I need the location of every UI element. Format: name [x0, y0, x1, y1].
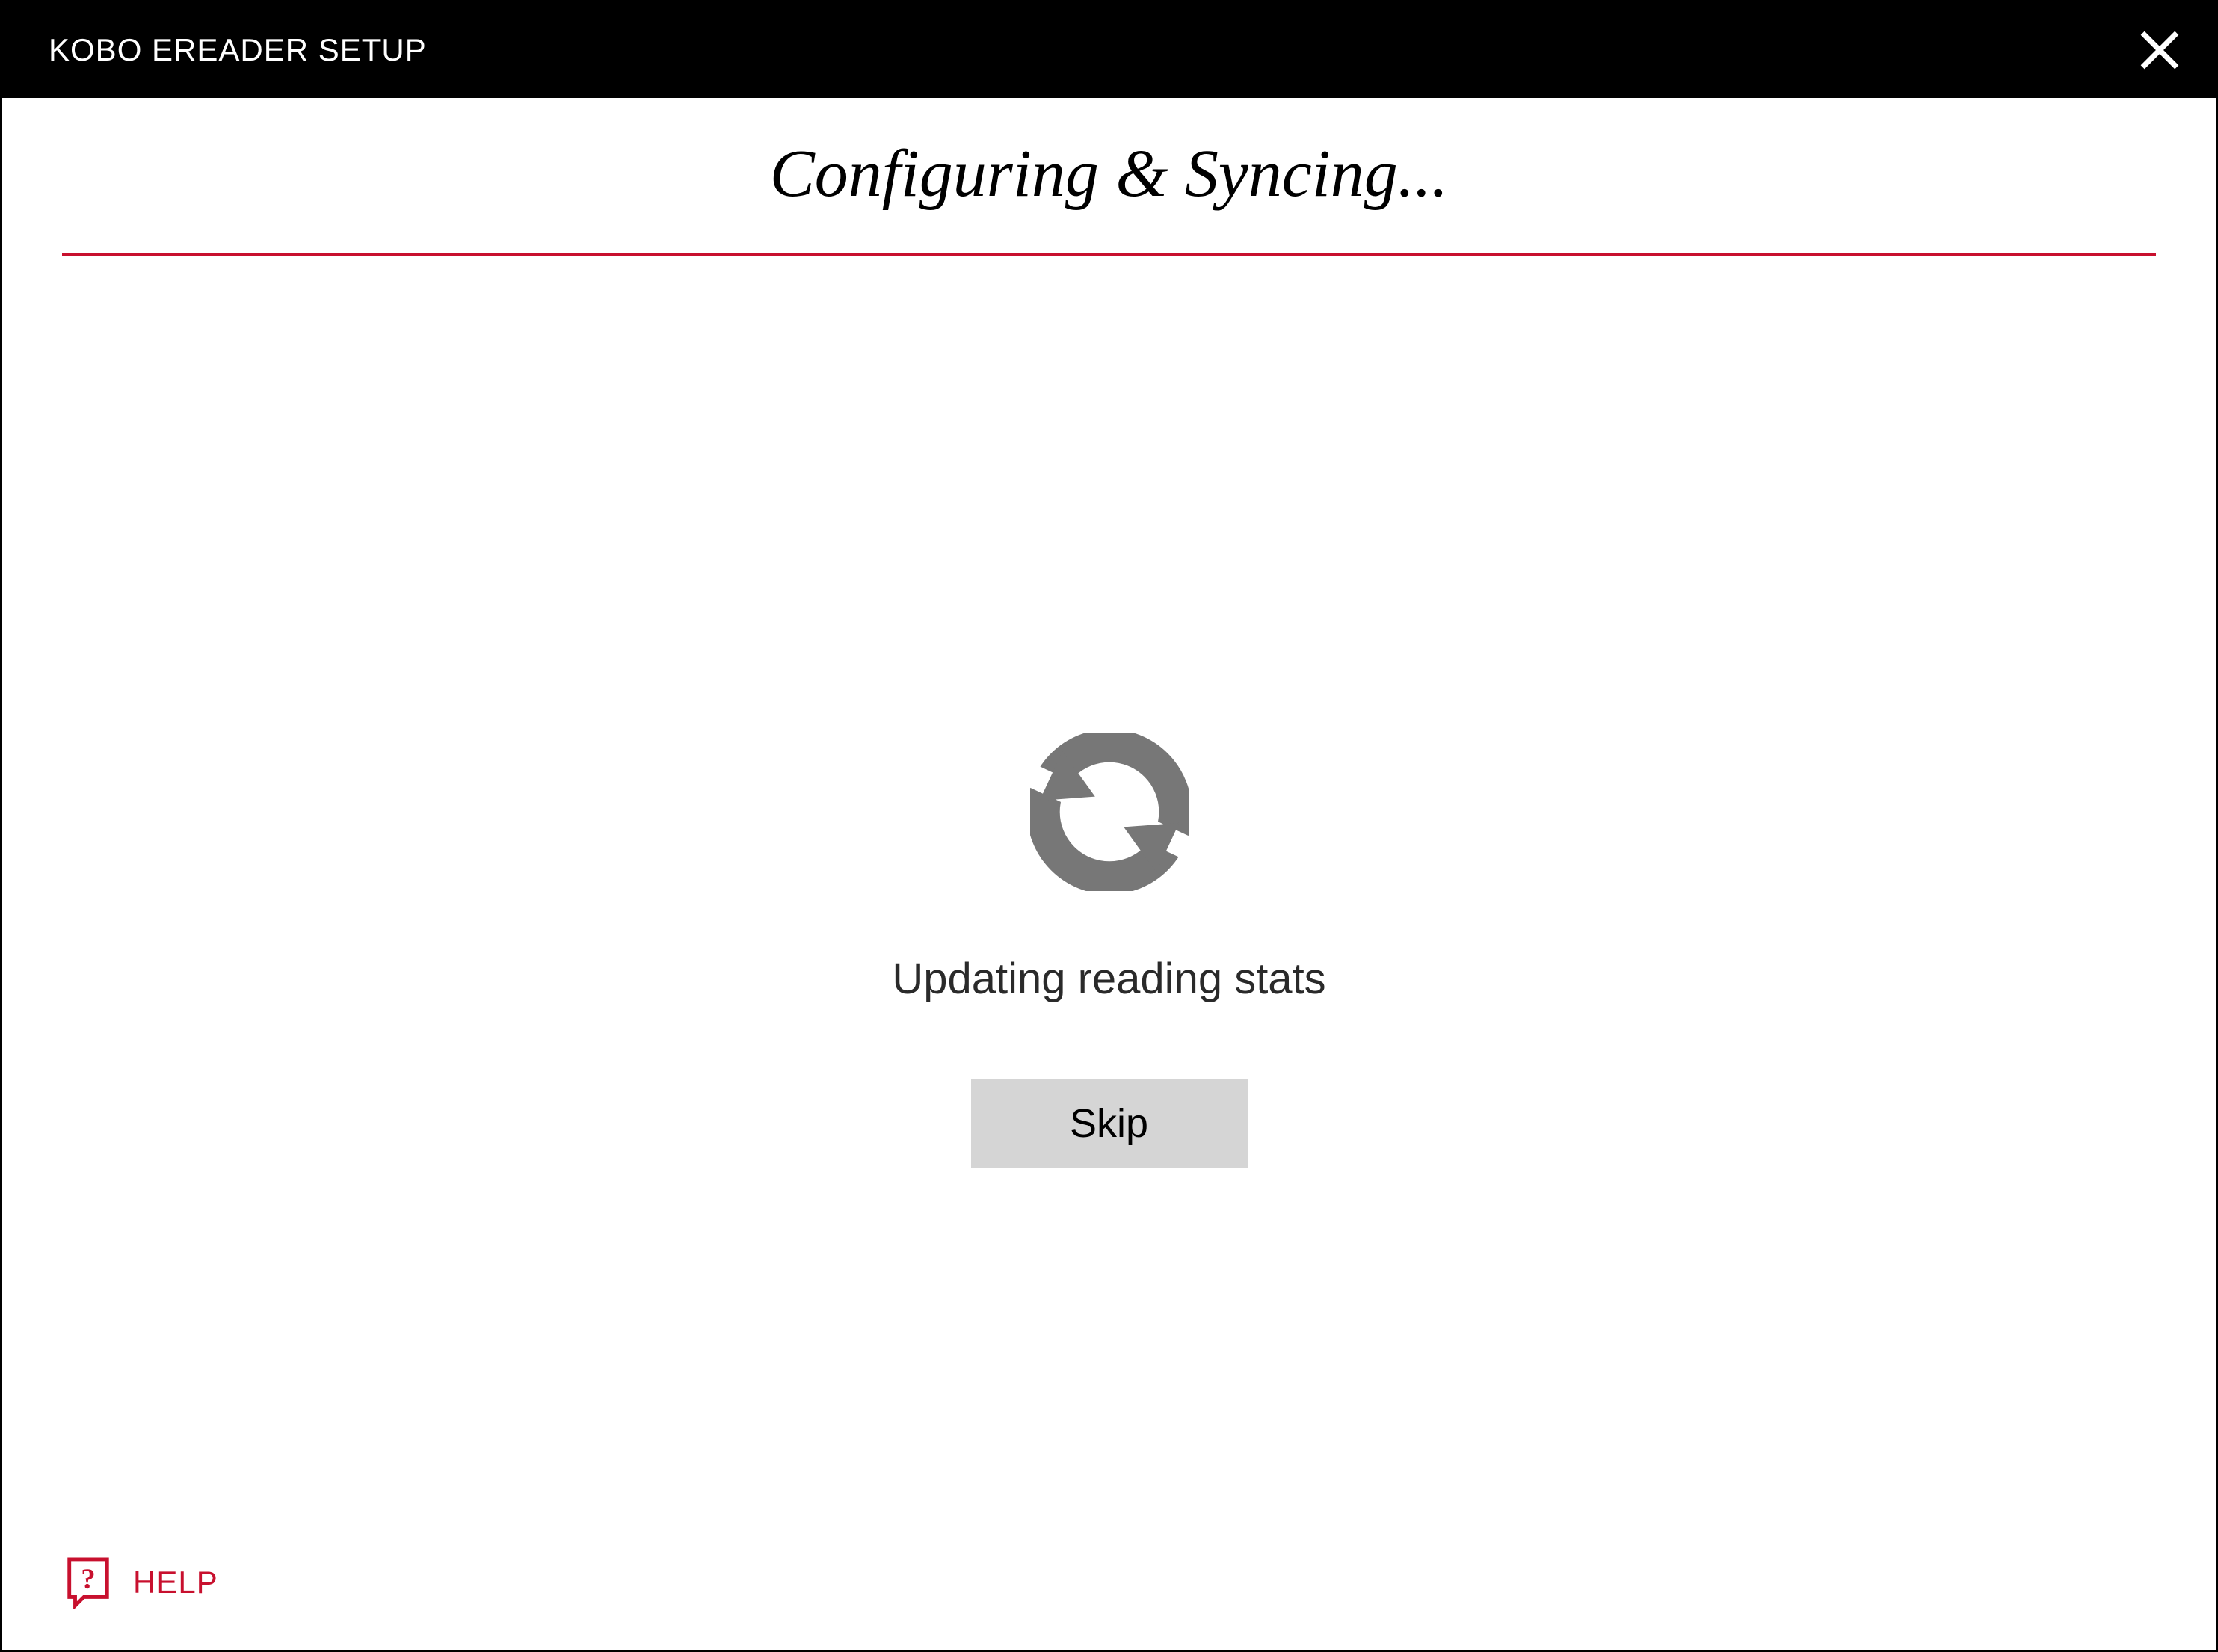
status-text: Updating reading stats	[892, 954, 1325, 1004]
svg-text:?: ?	[81, 1563, 95, 1595]
skip-button[interactable]: Skip	[971, 1079, 1248, 1168]
help-button[interactable]: ? HELP	[66, 1556, 218, 1609]
close-button[interactable]	[2134, 24, 2186, 76]
heading-area: Configuring & Syncing...	[2, 98, 2216, 256]
window-title: KOBO EREADER SETUP	[49, 32, 427, 68]
content-area: Configuring & Syncing... Updating readin…	[2, 98, 2216, 1650]
title-bar: KOBO EREADER SETUP	[2, 2, 2216, 98]
close-icon	[2140, 30, 2180, 70]
sync-status-area: Updating reading stats Skip	[2, 233, 2216, 1650]
setup-window: KOBO EREADER SETUP Configuring & Syncing…	[0, 0, 2218, 1652]
help-icon: ?	[66, 1556, 111, 1609]
sync-icon	[1012, 715, 1207, 909]
help-label: HELP	[133, 1565, 218, 1600]
